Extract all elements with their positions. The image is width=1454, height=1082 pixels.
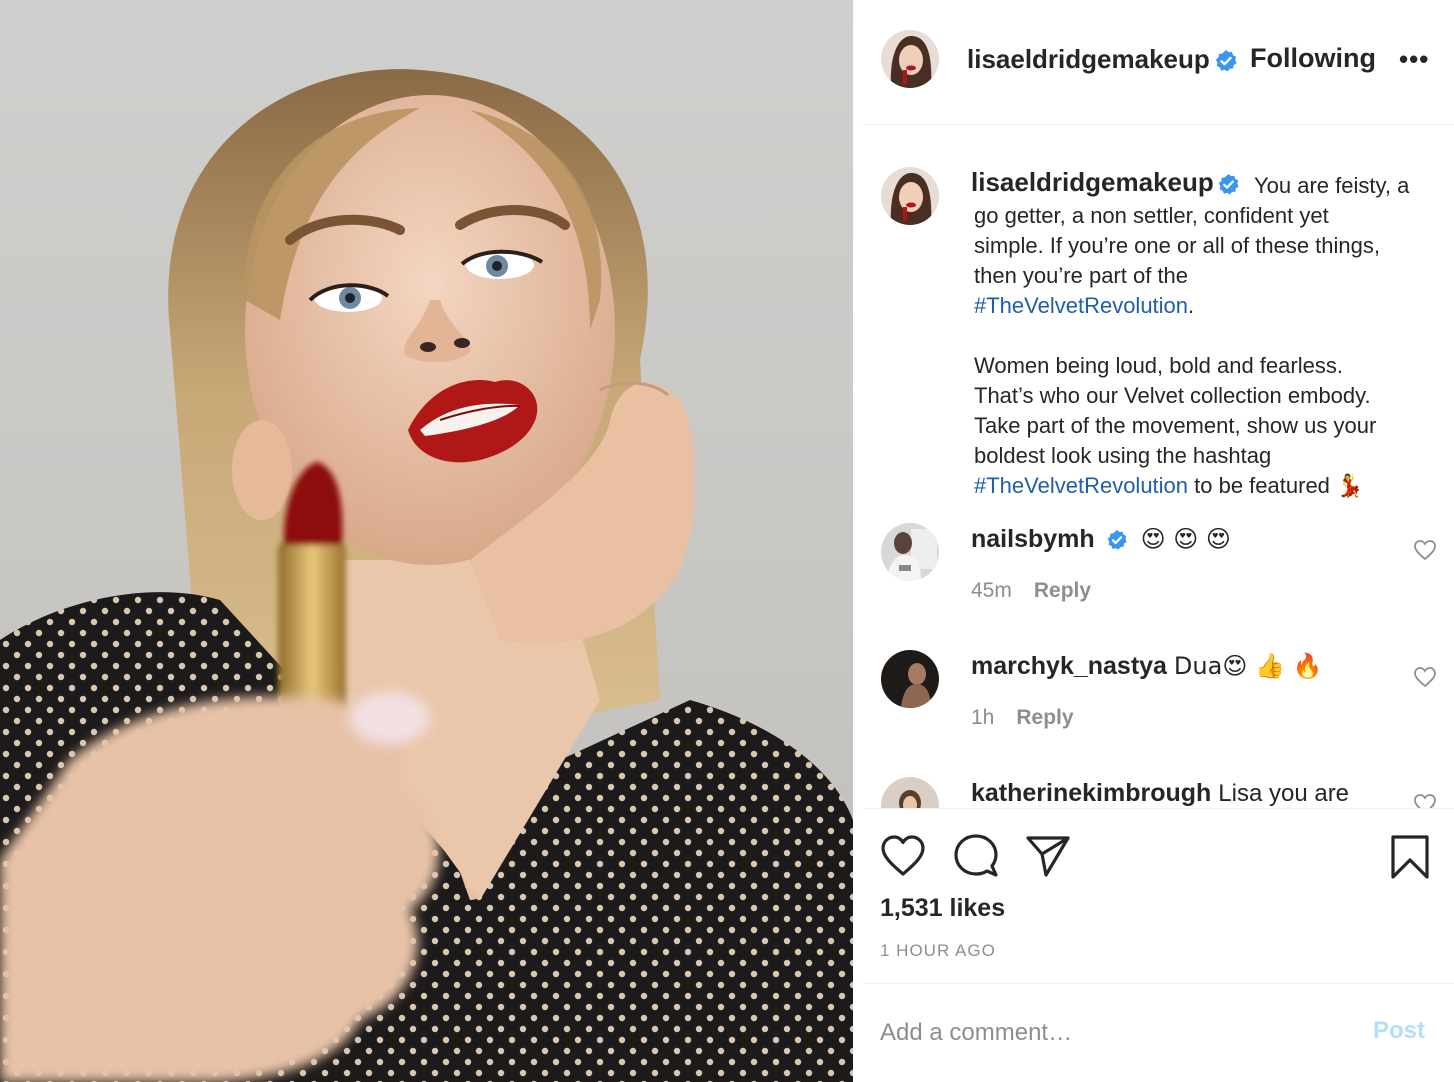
comment-text: Lisa you are [1218, 780, 1350, 807]
caption-line: #TheVelvetRevolution. [974, 291, 1444, 321]
caption-username[interactable]: lisaeldridgemakeup [971, 167, 1214, 198]
post-image-illustration [0, 69, 853, 1082]
post: lisaeldridgemakeup Following ••• lisaeld [0, 0, 1454, 1082]
like-comment-heart-icon[interactable] [1413, 666, 1437, 688]
caption-line: boldest look using the hashtag [974, 443, 1272, 468]
commenter-avatar[interactable] [881, 777, 939, 808]
comment-text: Dua😍 👍 🔥 [1173, 652, 1323, 680]
caption-period: . [1188, 293, 1195, 318]
caption-line: simple. If you’re one or all of these th… [974, 233, 1380, 258]
comment-text: 😍 😍 😍 [1140, 525, 1231, 553]
caption-line: Women being loud, bold and fearless. [974, 353, 1343, 378]
commenter-username-link[interactable]: katherinekimbrough [971, 779, 1211, 807]
caption-line: Take part of the movement, show us your [974, 413, 1377, 438]
verified-badge-icon [1218, 173, 1239, 195]
reply-button[interactable]: Reply [1016, 706, 1073, 729]
post-image[interactable] [0, 0, 853, 1082]
verified-badge-icon [1215, 50, 1237, 72]
bookmark-icon[interactable] [1390, 834, 1430, 880]
reply-button[interactable]: Reply [1034, 579, 1091, 602]
post-comment-button[interactable]: Post [1373, 1017, 1425, 1045]
commenter-username-link[interactable]: marchyk_nastya [971, 652, 1167, 680]
caption-line: then you’re part of the [974, 263, 1189, 288]
caption-line: #TheVelvetRevolution to be featured 💃 [974, 471, 1444, 502]
post-sidebar: lisaeldridgemakeup Following ••• lisaeld [853, 0, 1454, 1082]
comment-meta: 45m Reply [971, 579, 1091, 603]
commenter-username: nailsbymh 😍 😍 😍 [971, 525, 1231, 554]
heart-icon[interactable] [880, 834, 926, 878]
comment-item: katherinekimbrough Lisa you are [853, 777, 1454, 808]
more-icon[interactable]: ••• [1399, 44, 1429, 75]
like-comment-heart-icon[interactable] [1413, 793, 1437, 808]
comment-icon[interactable] [953, 834, 999, 878]
verified-badge-icon [1107, 530, 1127, 550]
caption-line: go getter, a non settler, confident yet [974, 203, 1329, 228]
caption-tail: to be featured [1188, 473, 1330, 498]
comment-time: 45m [971, 579, 1012, 602]
post-header: lisaeldridgemakeup Following ••• [853, 0, 1454, 124]
comment-item: nailsbymh 😍 😍 😍 45m Reply [853, 523, 1454, 643]
commenter-avatar[interactable] [881, 650, 939, 708]
post-timestamp[interactable]: 1 HOUR AGO [880, 941, 996, 961]
commenter-username: katherinekimbrough Lisa you are [971, 779, 1349, 808]
comment-item: marchyk_nastya Dua😍 👍 🔥 1h Reply [853, 650, 1454, 770]
dancer-emoji: 💃 [1336, 474, 1364, 499]
following-button[interactable]: Following [1250, 43, 1376, 74]
divider [863, 808, 1454, 809]
commenter-avatar[interactable] [881, 523, 939, 581]
commenter-username-link[interactable]: nailsbymh [971, 525, 1095, 553]
commenter-username: marchyk_nastya Dua😍 👍 🔥 [971, 652, 1322, 681]
action-bar [853, 830, 1454, 886]
like-comment-heart-icon[interactable] [1413, 539, 1437, 561]
hashtag-link[interactable]: #TheVelvetRevolution [974, 473, 1188, 498]
caption-text: go getter, a non settler, confident yet … [974, 201, 1444, 502]
add-comment-input[interactable] [880, 1015, 1350, 1051]
share-icon[interactable] [1025, 834, 1071, 878]
caption-text-first-line: You are feisty, a [1254, 173, 1410, 198]
comment-time: 1h [971, 706, 995, 729]
divider [863, 983, 1454, 984]
author-avatar[interactable] [881, 30, 939, 88]
comments-list[interactable]: lisaeldridgemakeup You are feisty, a go … [853, 125, 1454, 808]
caption-line: That’s who our Velvet collection embody. [974, 383, 1371, 408]
author-username[interactable]: lisaeldridgemakeup [967, 44, 1210, 75]
comment-meta: 1h Reply [971, 706, 1074, 730]
caption-author-avatar[interactable] [881, 167, 939, 225]
likes-count[interactable]: 1,531 likes [880, 894, 1005, 923]
hashtag-link[interactable]: #TheVelvetRevolution [974, 293, 1188, 318]
